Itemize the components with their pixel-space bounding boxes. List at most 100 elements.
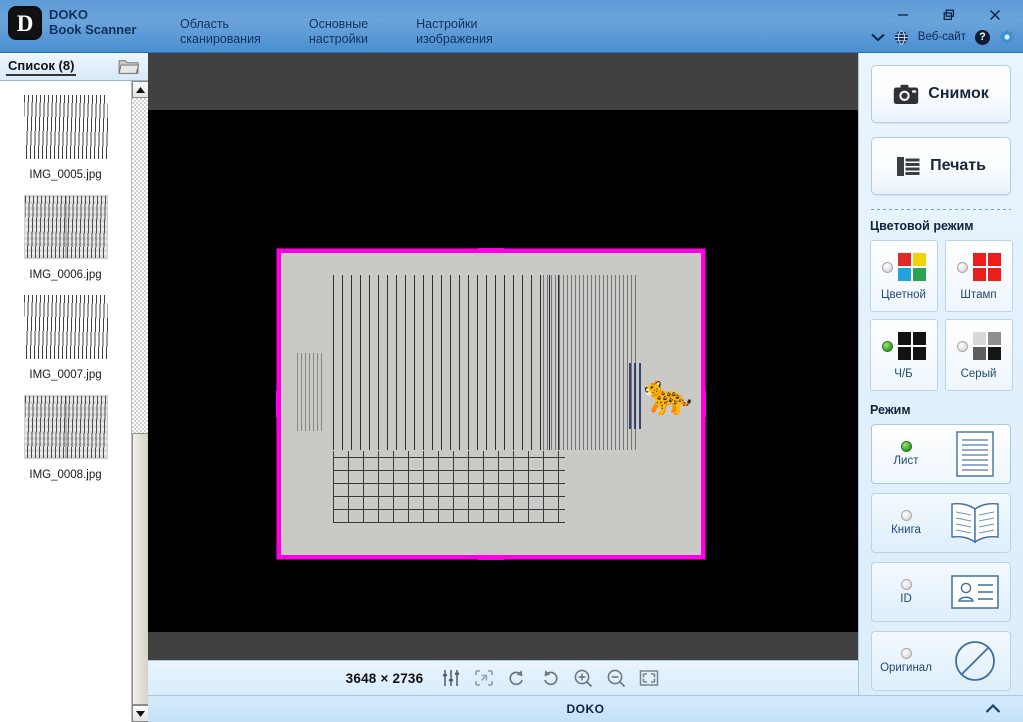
- list-title: Список (8): [6, 58, 77, 76]
- status-text: DOKO: [566, 702, 605, 716]
- color-mode-label: Серый: [960, 368, 997, 380]
- globe-icon[interactable]: [894, 29, 909, 45]
- chevron-down-icon[interactable]: [871, 33, 885, 42]
- website-link[interactable]: Веб-сайт: [918, 31, 966, 43]
- mode-original[interactable]: Оригинал: [871, 631, 1011, 691]
- original-none-icon: [955, 641, 995, 681]
- viewer-top-band: [148, 53, 858, 110]
- gear-icon[interactable]: [999, 29, 1015, 45]
- mode-id[interactable]: ID: [871, 562, 1011, 622]
- thumbnail-image: [23, 295, 108, 359]
- close-button[interactable]: [973, 2, 1017, 28]
- title-bar: D DOKO Book Scanner Область сканирования…: [0, 0, 1023, 53]
- list-item[interactable]: IMG_0008.jpg: [0, 381, 131, 481]
- radio-color[interactable]: [881, 261, 893, 273]
- zoom-out-icon[interactable]: [605, 667, 627, 689]
- mode-label: Лист: [893, 455, 919, 467]
- sidebar-scrollbar[interactable]: [131, 81, 149, 722]
- print-button[interactable]: Печать: [871, 137, 1011, 195]
- snapshot-label: Снимок: [928, 85, 989, 102]
- scan-selection-region[interactable]: 🐆: [276, 248, 706, 560]
- rotate-right-icon[interactable]: [539, 667, 561, 689]
- logo-letter: D: [16, 10, 34, 36]
- list-item[interactable]: IMG_0005.jpg: [0, 81, 131, 181]
- zoom-in-icon[interactable]: [572, 667, 594, 689]
- tab-scan-area[interactable]: Область сканирования: [180, 17, 279, 47]
- camera-icon: [894, 84, 919, 104]
- id-card-icon: [951, 575, 999, 609]
- mode-sheet[interactable]: Лист: [871, 424, 1011, 484]
- scanned-document-preview: 🐆: [281, 253, 701, 555]
- thumbnail-label: IMG_0008.jpg: [29, 469, 102, 481]
- document-emblem-caption: [629, 363, 643, 429]
- color-mode-section-title: Цветовой режим: [870, 219, 974, 233]
- scan-mode-group: Лист Книга ID Оригинал: [859, 424, 1023, 691]
- application-window: D DOKO Book Scanner Область сканирования…: [0, 0, 1023, 722]
- tab-main-settings[interactable]: Основные настройки: [309, 17, 386, 47]
- heraldic-emblem-icon: 🐆: [643, 373, 693, 417]
- document-header-text: [543, 275, 639, 450]
- titlebar-secondary-controls: Веб-сайт ?: [871, 29, 1015, 45]
- mode-book[interactable]: Книга: [871, 493, 1011, 553]
- radio-book[interactable]: [900, 510, 912, 521]
- nav-tabs: Область сканирования Основные настройки …: [180, 17, 541, 47]
- stamp-swatch: [972, 253, 1001, 281]
- list-item[interactable]: IMG_0007.jpg: [0, 281, 131, 381]
- radio-stamp[interactable]: [956, 261, 968, 273]
- document-table-grid: [333, 451, 565, 523]
- brand-subtitle: Book Scanner: [49, 22, 137, 37]
- thumbnail-list[interactable]: IMG_0005.jpg IMG_0006.jpg IMG_0007.jpg I…: [0, 81, 131, 722]
- color-mode-stamp[interactable]: Штамп: [944, 240, 1013, 312]
- radio-bw[interactable]: [881, 340, 893, 352]
- snapshot-button[interactable]: Снимок: [871, 65, 1011, 123]
- resolution-label: 3648 × 2736: [345, 670, 424, 686]
- mode-label: ID: [900, 593, 912, 605]
- chevron-up-icon[interactable]: [985, 702, 1001, 715]
- mode-label: Оригинал: [880, 662, 932, 674]
- rotate-left-icon[interactable]: [506, 667, 528, 689]
- sheet-icon: [956, 431, 994, 477]
- fit-screen-icon[interactable]: [638, 667, 660, 689]
- list-header: Список (8): [0, 53, 148, 81]
- brand-name: DOKO: [49, 7, 88, 23]
- crop-icon[interactable]: [473, 667, 495, 689]
- bw-swatch: [897, 332, 926, 360]
- scroll-up-button[interactable]: [132, 81, 149, 98]
- image-viewer[interactable]: 🐆: [148, 53, 858, 660]
- color-mode-label: Цветной: [881, 289, 926, 301]
- scroll-down-button[interactable]: [132, 705, 149, 722]
- color-mode-color[interactable]: Цветной: [869, 240, 938, 312]
- status-bar: DOKO: [148, 695, 1023, 722]
- color-mode-label: Штамп: [960, 289, 997, 301]
- selection-handle-left[interactable]: [276, 391, 281, 417]
- color-mode-label: Ч/Б: [894, 368, 913, 380]
- book-icon: [951, 502, 999, 544]
- thumbnail-image: [23, 195, 108, 259]
- thumbnail-label: IMG_0006.jpg: [29, 269, 102, 281]
- radio-sheet[interactable]: [900, 441, 912, 452]
- app-logo: D DOKO Book Scanner: [8, 6, 136, 40]
- adjust-sliders-icon[interactable]: [440, 667, 462, 689]
- restore-button[interactable]: [927, 2, 971, 28]
- radio-original[interactable]: [900, 648, 912, 659]
- thumbnail-sidebar: Список (8) IMG_0005.jpg IMG_0006.jpg IMG…: [0, 53, 149, 722]
- tab-image-settings[interactable]: Настройки изображения: [416, 17, 511, 47]
- viewer-bottom-band: [148, 632, 858, 660]
- help-icon[interactable]: ?: [975, 29, 990, 45]
- minimize-button[interactable]: [881, 2, 925, 28]
- thumbnail-image: [23, 395, 108, 459]
- thumbnail-label: IMG_0007.jpg: [29, 369, 102, 381]
- selection-handle-bottom[interactable]: [478, 555, 504, 560]
- color-mode-gray[interactable]: Серый: [944, 319, 1013, 391]
- radio-gray[interactable]: [956, 340, 968, 352]
- triangle-down-icon: [136, 710, 145, 717]
- list-item[interactable]: IMG_0006.jpg: [0, 181, 131, 281]
- selection-handle-top[interactable]: [478, 248, 504, 253]
- scrollbar-thumb[interactable]: [132, 433, 149, 705]
- open-folder-icon[interactable]: [118, 58, 140, 76]
- color-mode-bw[interactable]: Ч/Б: [869, 319, 938, 391]
- selection-handle-right[interactable]: [701, 391, 706, 417]
- radio-id[interactable]: [900, 579, 912, 590]
- thumbnail-label: IMG_0005.jpg: [29, 169, 102, 181]
- window-controls: [881, 2, 1017, 28]
